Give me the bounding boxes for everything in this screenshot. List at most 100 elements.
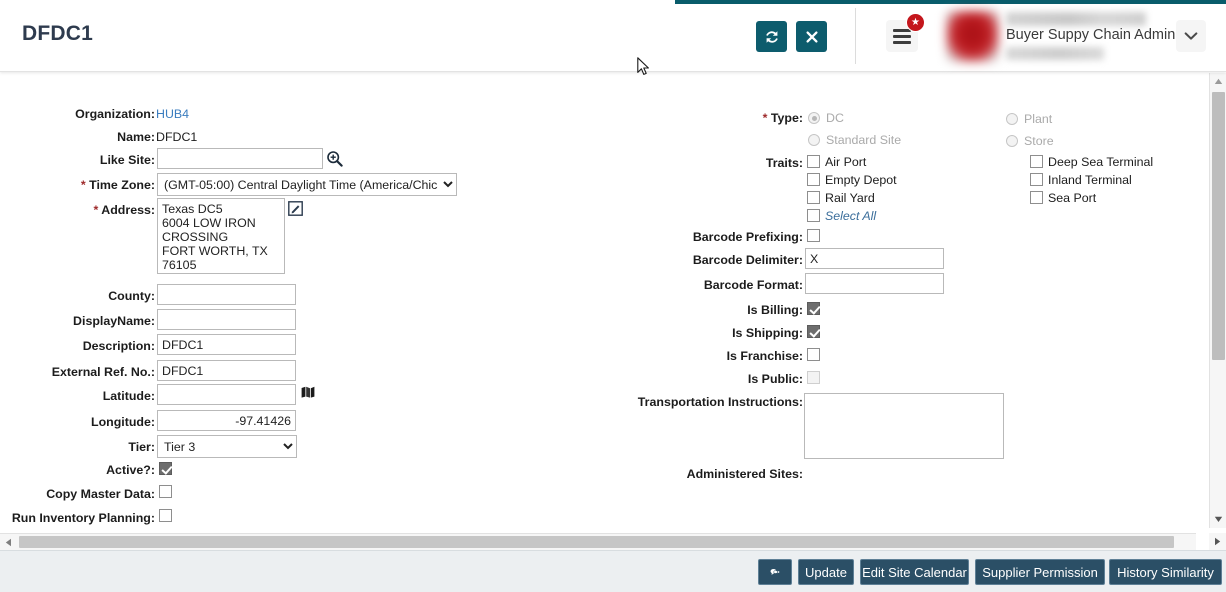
copy-master-data-checkbox[interactable] — [159, 485, 172, 498]
traits-label: Traits: — [765, 156, 803, 170]
external-ref-label: External Ref. No.: — [51, 365, 155, 379]
copy-master-data-label: Copy Master Data: — [46, 487, 155, 501]
is-shipping-label: Is Shipping: — [732, 326, 803, 340]
trait-checkbox-deep-sea-terminal[interactable] — [1030, 155, 1043, 168]
is-shipping-checkbox[interactable] — [807, 325, 820, 338]
time-zone-select[interactable]: (GMT-05:00) Central Daylight Time (Ameri… — [157, 173, 457, 196]
administered-sites-label: Administered Sites: — [686, 467, 803, 481]
type-radio-plant — [1006, 113, 1018, 125]
scroll-up-button[interactable] — [1210, 73, 1226, 90]
trait-checkbox-select-all[interactable] — [807, 209, 820, 222]
star-badge-icon: ★ — [906, 13, 925, 32]
close-button[interactable] — [796, 21, 827, 52]
active-checkbox[interactable] — [159, 462, 172, 475]
scroll-right-button[interactable] — [1209, 533, 1226, 550]
like-site-search-button[interactable] — [326, 150, 343, 167]
organization-label: Organization: — [75, 107, 155, 121]
action-footer: Update Edit Site Calendar Supplier Permi… — [0, 550, 1226, 592]
hamburger-menu-button[interactable]: ★ — [886, 13, 925, 52]
latitude-map-button[interactable] — [301, 386, 315, 398]
is-franchise-checkbox[interactable] — [807, 348, 820, 361]
close-icon — [805, 30, 818, 43]
barcode-delimiter-input[interactable] — [805, 248, 944, 269]
page-title: DFDC1 — [22, 22, 94, 45]
longitude-input[interactable] — [157, 410, 296, 431]
barcode-format-label: Barcode Format: — [703, 278, 803, 292]
caret-right-icon — [1215, 537, 1221, 546]
trait-checkbox-air-port[interactable] — [807, 155, 820, 168]
transportation-instructions-label: Transportation Instructions: — [637, 395, 803, 409]
trait-checkbox-sea-port[interactable] — [1030, 191, 1043, 204]
description-input[interactable] — [157, 334, 296, 355]
comment-button[interactable] — [758, 559, 792, 585]
required-marker: * — [93, 203, 99, 217]
is-franchise-label: Is Franchise: — [726, 349, 803, 363]
form-scroll-container: Organization: HUB4 Name: DFDC1 Like Site… — [0, 73, 1196, 528]
trait-label-sea-port: Sea Port — [1048, 191, 1097, 205]
address-label: * Address: — [93, 203, 155, 217]
like-site-input[interactable] — [157, 148, 323, 169]
refresh-icon — [765, 30, 778, 43]
description-label: Description: — [82, 339, 155, 353]
display-name-input[interactable] — [157, 309, 296, 330]
county-label: County: — [108, 289, 155, 303]
name-label: Name: — [117, 130, 155, 144]
county-input[interactable] — [157, 284, 296, 305]
hamburger-menu-icon — [893, 29, 911, 47]
scroll-left-button[interactable] — [0, 534, 17, 550]
display-name-label: DisplayName: — [73, 314, 155, 328]
user-info-block[interactable]: Buyer Suppy Chain Admin — [1006, 10, 1176, 62]
tier-select[interactable]: Tier 3 — [157, 435, 297, 458]
supplier-permission-button[interactable]: Supplier Permission — [975, 559, 1105, 585]
vertical-scrollbar[interactable] — [1209, 73, 1226, 528]
trait-checkbox-inland-terminal[interactable] — [1030, 173, 1043, 186]
trait-label-empty-depot: Empty Depot — [825, 173, 897, 187]
name-value: DFDC1 — [156, 130, 198, 144]
horizontal-scrollbar-thumb[interactable] — [19, 536, 1174, 548]
horizontal-scrollbar[interactable] — [0, 533, 1196, 550]
trait-label-air-port: Air Port — [825, 155, 867, 169]
refresh-button[interactable] — [756, 21, 787, 52]
edit-site-calendar-button[interactable]: Edit Site Calendar — [860, 559, 969, 585]
latitude-input[interactable] — [157, 384, 296, 405]
user-name-redacted — [1006, 12, 1146, 26]
address-edit-button[interactable] — [288, 201, 303, 216]
organization-link[interactable]: HUB4 — [156, 107, 189, 121]
type-radio-dc — [808, 112, 820, 124]
is-billing-checkbox[interactable] — [807, 302, 820, 315]
barcode-format-input[interactable] — [805, 273, 944, 294]
like-site-label: Like Site: — [99, 153, 155, 167]
active-label: Active?: — [106, 463, 155, 477]
trait-label-select-all: Select All — [825, 209, 877, 223]
form-body: Organization: HUB4 Name: DFDC1 Like Site… — [0, 73, 1226, 550]
trait-checkbox-empty-depot[interactable] — [807, 173, 820, 186]
header-divider — [855, 8, 856, 64]
required-marker: * — [762, 111, 768, 125]
is-public-checkbox — [807, 371, 820, 384]
longitude-label: Longitude: — [91, 415, 155, 429]
map-icon — [301, 386, 315, 398]
is-billing-label: Is Billing: — [747, 303, 803, 317]
address-textarea[interactable]: Texas DC5 6004 LOW IRON CROSSING FORT WO… — [157, 198, 285, 274]
site-detail-page: DFDC1 ★ Buyer Suppy Chain Admin Organiza… — [0, 0, 1226, 592]
caret-left-icon — [5, 538, 11, 546]
scroll-down-button[interactable] — [1210, 511, 1226, 528]
history-similarity-button[interactable]: History Similarity — [1109, 559, 1222, 585]
external-ref-input[interactable] — [157, 360, 296, 381]
avatar — [946, 11, 999, 62]
chevron-down-icon — [1184, 32, 1198, 40]
barcode-prefixing-checkbox[interactable] — [807, 229, 820, 242]
run-inventory-planning-checkbox[interactable] — [159, 509, 172, 522]
transportation-instructions-textarea[interactable] — [804, 393, 1004, 459]
barcode-prefixing-label: Barcode Prefixing: — [692, 230, 803, 244]
trait-label-rail-yard: Rail Yard — [825, 191, 875, 205]
user-menu-button[interactable] — [1176, 20, 1206, 52]
vertical-scrollbar-thumb[interactable] — [1212, 92, 1225, 360]
is-public-label: Is Public: — [747, 372, 803, 386]
user-detail-redacted — [1006, 47, 1104, 60]
update-button[interactable]: Update — [798, 559, 854, 585]
type-radio-store-label: Store — [1024, 134, 1054, 148]
trait-checkbox-rail-yard[interactable] — [807, 191, 820, 204]
barcode-delimiter-label: Barcode Delimiter: — [692, 253, 803, 267]
caret-up-icon — [1214, 78, 1223, 84]
